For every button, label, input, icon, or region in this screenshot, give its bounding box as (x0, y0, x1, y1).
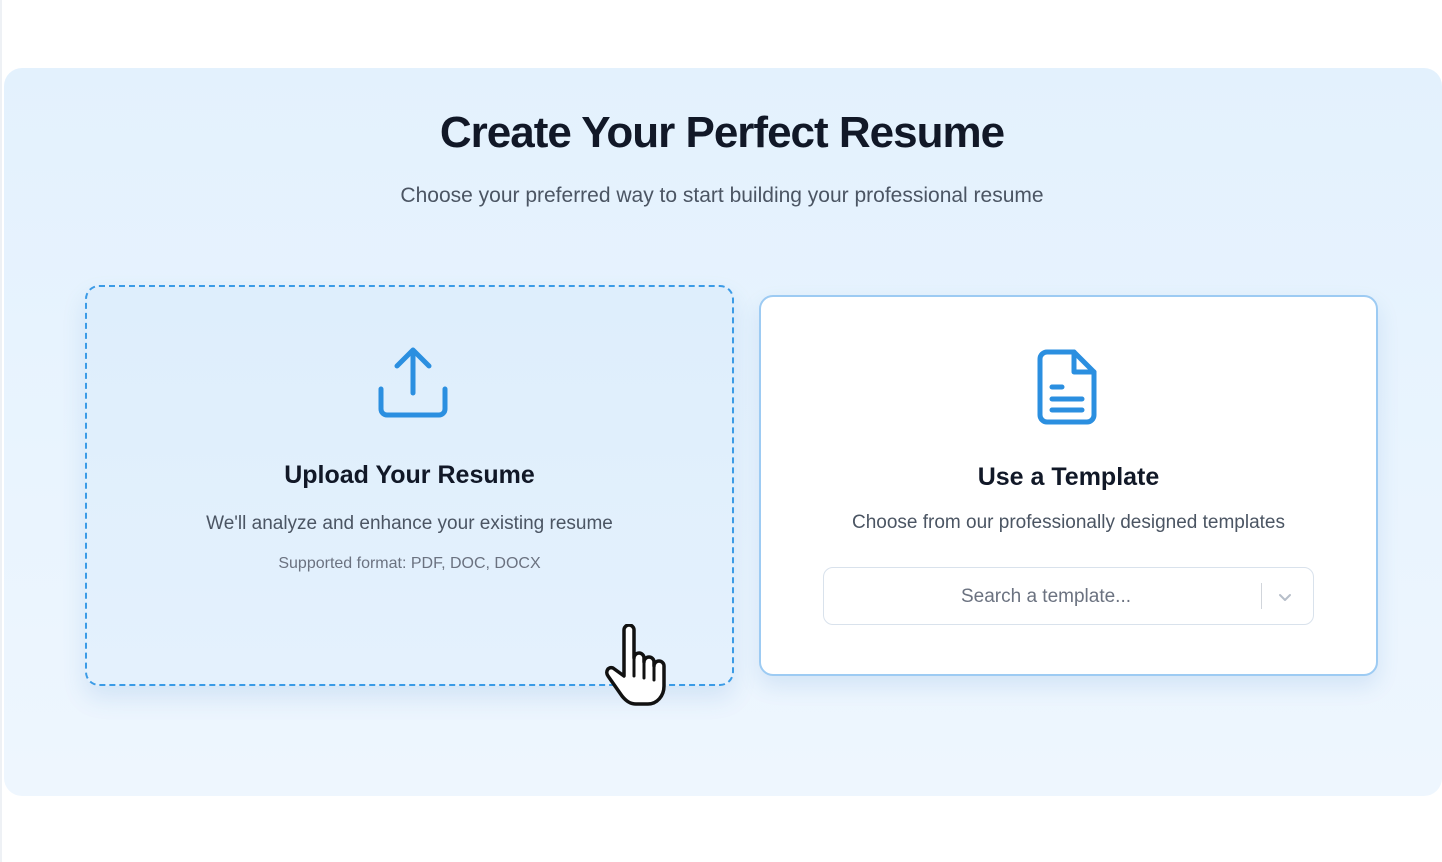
chevron-down-icon[interactable] (1276, 588, 1294, 606)
use-template-card[interactable]: Use a Template Choose from our professio… (759, 295, 1378, 676)
select-separator (1261, 583, 1262, 609)
template-search-input[interactable] (834, 568, 1258, 626)
upload-icon (378, 347, 448, 418)
template-card-description: Choose from our professionally designed … (851, 512, 1285, 533)
hand-pointer-cursor-icon (605, 624, 666, 706)
supported-formats-note: Supported format: PDF, DOC, DOCX (278, 555, 541, 572)
page-subtitle: Choose your preferred way to start build… (400, 184, 1044, 207)
page: Create Your Perfect Resume Choose your p… (0, 0, 1442, 862)
upload-card-title: Upload Your Resume (284, 461, 535, 489)
template-search-select[interactable] (823, 567, 1314, 626)
page-title: Create Your Perfect Resume (439, 108, 1005, 157)
template-card-title: Use a Template (977, 463, 1160, 491)
upload-card-description: We'll analyze and enhance your existing … (206, 513, 613, 534)
document-icon (1037, 349, 1097, 425)
